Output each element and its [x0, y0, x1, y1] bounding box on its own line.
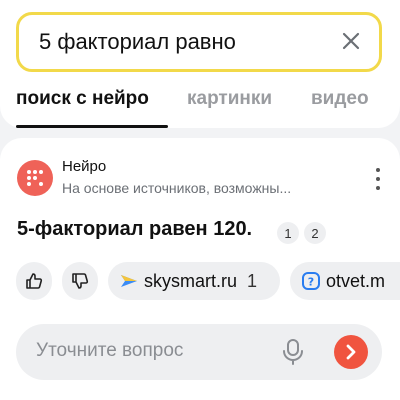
search-header: 5 факториал равно поиск с нейро картинки… — [0, 0, 400, 128]
source-chip-count: 1 — [247, 270, 258, 291]
thumbs-down-icon — [72, 273, 89, 289]
skysmart-logo-icon — [121, 275, 137, 287]
more-dot-icon — [376, 186, 380, 190]
source-description: На основе источников, возможны... — [62, 180, 292, 196]
dislike-button[interactable] — [62, 262, 98, 300]
search-tabs: поиск с нейро картинки видео — [0, 88, 400, 128]
thumbs-up-icon — [26, 273, 43, 289]
more-dot-icon — [376, 177, 380, 181]
answer-text: 5-факториал равен 120. — [17, 218, 253, 240]
source-chip-label: skysmart.ru — [144, 270, 238, 291]
microphone-icon[interactable] — [280, 338, 306, 366]
source-chip-label: otvet.m — [326, 270, 386, 291]
more-options-button[interactable] — [374, 168, 382, 190]
source-chip-otvet[interactable]: ? otvet.m — [290, 262, 400, 300]
like-button[interactable] — [16, 262, 52, 300]
neuro-avatar — [17, 160, 53, 196]
search-query-text[interactable]: 5 факториал равно — [39, 29, 236, 55]
clear-search-button[interactable] — [337, 27, 365, 55]
active-tab-indicator — [16, 125, 168, 128]
tab-images[interactable]: картинки — [187, 88, 272, 110]
reference-badge-2[interactable]: 2 — [304, 222, 326, 244]
otvet-logo-icon: ? — [302, 272, 320, 290]
neuro-answer-card: Нейро На основе источников, возможны... … — [0, 138, 400, 400]
tab-video[interactable]: видео — [311, 88, 369, 110]
followup-placeholder: Уточните вопрос — [36, 340, 184, 361]
send-button[interactable] — [334, 335, 368, 369]
tab-neuro-search[interactable]: поиск с нейро — [16, 88, 149, 110]
close-icon — [342, 32, 360, 50]
reference-badge-1[interactable]: 1 — [277, 222, 299, 244]
chevron-right-icon — [346, 344, 356, 360]
svg-text:?: ? — [308, 276, 314, 289]
followup-question-input[interactable]: Уточните вопрос — [16, 324, 382, 380]
source-chip-skysmart[interactable]: skysmart.ru 1 — [108, 262, 280, 300]
more-dot-icon — [376, 168, 380, 172]
search-input[interactable]: 5 факториал равно — [16, 12, 382, 72]
source-name: Нейро — [62, 158, 107, 175]
neuro-logo-icon — [27, 170, 43, 186]
